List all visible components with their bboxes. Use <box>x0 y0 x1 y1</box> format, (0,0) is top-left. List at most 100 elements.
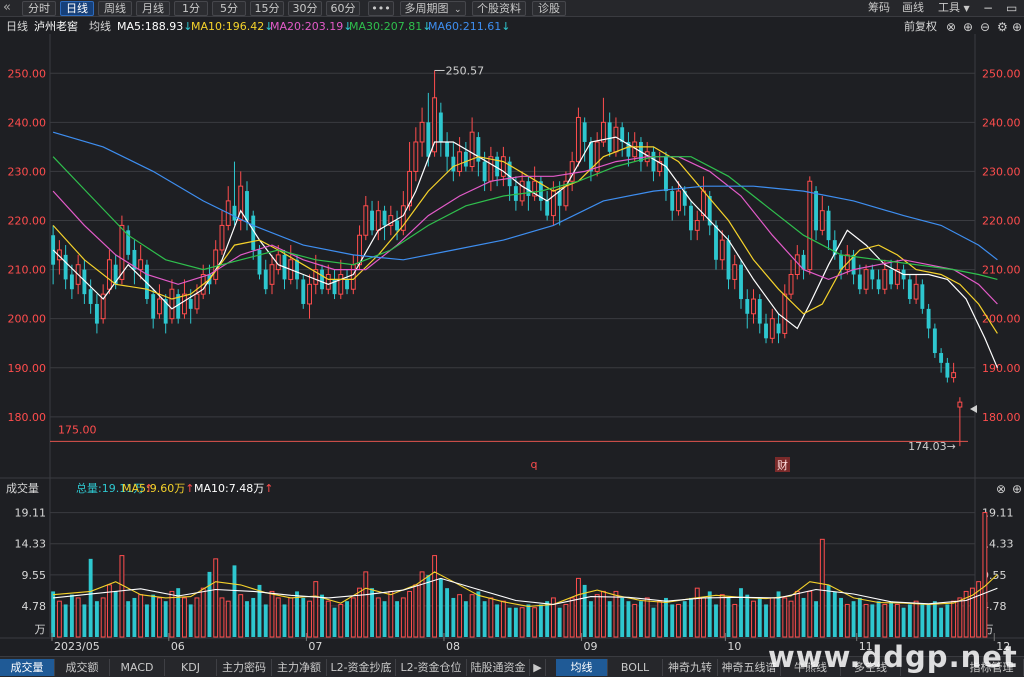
volume-bar <box>69 594 74 637</box>
volume-bar <box>151 594 156 637</box>
candle-body <box>613 126 619 153</box>
candle-body <box>545 200 550 216</box>
volume-bar <box>538 604 543 637</box>
volume-bar <box>426 575 431 637</box>
tab-turnover[interactable]: 成交额 <box>55 659 110 676</box>
volume-bar <box>245 601 249 637</box>
volume-bar <box>188 604 193 637</box>
tab-magic-nine[interactable]: 神奇九转 <box>663 659 718 676</box>
candle-body <box>870 269 875 280</box>
volume-bar <box>169 590 175 638</box>
volume-bar <box>920 604 925 637</box>
candle-body <box>814 191 818 231</box>
close-circle-icon[interactable]: ⊗ <box>996 482 1006 496</box>
volume-bar <box>295 591 299 637</box>
volume-bar <box>788 600 794 638</box>
candle-body <box>751 298 756 315</box>
candle-body <box>307 283 312 305</box>
volume-bar <box>513 607 518 637</box>
tab-hk-connect[interactable]: 陆股通资金 <box>467 659 530 676</box>
price-tick-right: 220.00 <box>982 215 1021 228</box>
price-tick-left: 210.00 <box>8 264 47 277</box>
candle-body <box>151 294 156 319</box>
volume-bar <box>600 590 606 638</box>
candle-body <box>719 239 725 261</box>
volume-bar <box>495 604 500 637</box>
volume-bar <box>844 603 850 638</box>
candle-body <box>156 298 162 315</box>
month-label: 06 <box>171 640 185 653</box>
candle-body <box>945 362 950 378</box>
candle-body <box>651 151 656 172</box>
volume-bar <box>200 587 206 638</box>
candle-body <box>676 190 681 212</box>
candle-body <box>94 303 99 324</box>
volume-bar <box>913 600 919 638</box>
current-price-arrow-icon <box>970 405 977 413</box>
volume-bar <box>651 607 656 637</box>
tab-l2-position[interactable]: L2-资金仓位 <box>396 659 467 676</box>
candle-body <box>188 299 193 309</box>
volume-bar <box>745 594 750 637</box>
volume-bar <box>945 604 950 637</box>
candle-body <box>694 220 700 231</box>
volume-bar <box>213 558 219 638</box>
tab-boll[interactable]: BOLL <box>608 659 663 676</box>
ma-line-ma20 <box>52 156 998 305</box>
volume-bar <box>757 597 762 637</box>
tab-volume[interactable]: 成交量 <box>0 659 55 676</box>
price-tick-left: 180.00 <box>8 411 47 424</box>
candle-body <box>370 210 374 231</box>
volume-bar <box>607 601 612 637</box>
price-tick-right: 230.00 <box>982 165 1021 178</box>
volume-bar <box>694 587 700 638</box>
volume-bar <box>182 597 187 638</box>
candle-body <box>445 141 450 157</box>
volume-bar <box>682 601 687 637</box>
candle-body <box>575 116 581 163</box>
kline-chart[interactable]: 250.00 250.00 240.00 240.00 230.00 230.00 220.… <box>0 0 1024 677</box>
volume-info-line: 成交量 总量:19.11万↑ MA5:9.60万↑ MA10:7.48万↑ ⊗ … <box>0 481 1024 497</box>
tab-l2-bottom[interactable]: L2-资金抄底 <box>327 659 396 676</box>
tab-ma[interactable]: 均线 <box>556 659 608 676</box>
volume-bar <box>626 601 631 637</box>
candle-body <box>463 151 468 167</box>
volume-bar <box>632 603 638 638</box>
candle-body <box>363 205 369 236</box>
volume-bar <box>469 594 475 638</box>
volume-bar <box>138 594 144 638</box>
volume-unit-left: 万 <box>35 623 46 636</box>
volume-bar <box>814 601 818 637</box>
volume-bar <box>94 601 99 637</box>
volume-bar <box>807 590 813 638</box>
volume-tick-left: 19.11 <box>15 507 47 520</box>
volume-bar <box>88 558 93 637</box>
tabs-scroll-right-icon[interactable]: ▶ <box>530 659 546 676</box>
tab-kdj[interactable]: KDJ <box>165 659 217 676</box>
candle-body <box>907 279 912 300</box>
volume-bar <box>194 597 200 638</box>
volume-bar <box>82 604 87 637</box>
volume-bar <box>482 601 487 637</box>
price-tick-left: 200.00 <box>8 313 47 326</box>
candle-body <box>882 269 888 290</box>
price-tick-right: 190.00 <box>982 362 1021 375</box>
candle-body <box>301 279 306 304</box>
candle-body <box>764 323 768 339</box>
volume-bar <box>719 594 725 638</box>
volume-bar <box>432 555 438 638</box>
volume-bar <box>588 601 593 637</box>
plus-circle-icon[interactable]: ⊕ <box>1012 482 1022 496</box>
tab-main-net[interactable]: 主力净额 <box>272 659 327 676</box>
volume-bar <box>870 604 875 637</box>
volume-bar <box>375 597 381 638</box>
volume-bar <box>714 604 718 637</box>
price-tick-left: 250.00 <box>8 67 47 80</box>
volume-bar <box>56 600 62 638</box>
volume-tick-left: 14.33 <box>15 538 47 551</box>
candle-body <box>689 205 693 231</box>
tab-main-code[interactable]: 主力密码 <box>217 659 272 676</box>
candle-body <box>776 323 781 334</box>
tab-macd[interactable]: MACD <box>110 659 165 676</box>
volume-bar <box>126 601 131 637</box>
